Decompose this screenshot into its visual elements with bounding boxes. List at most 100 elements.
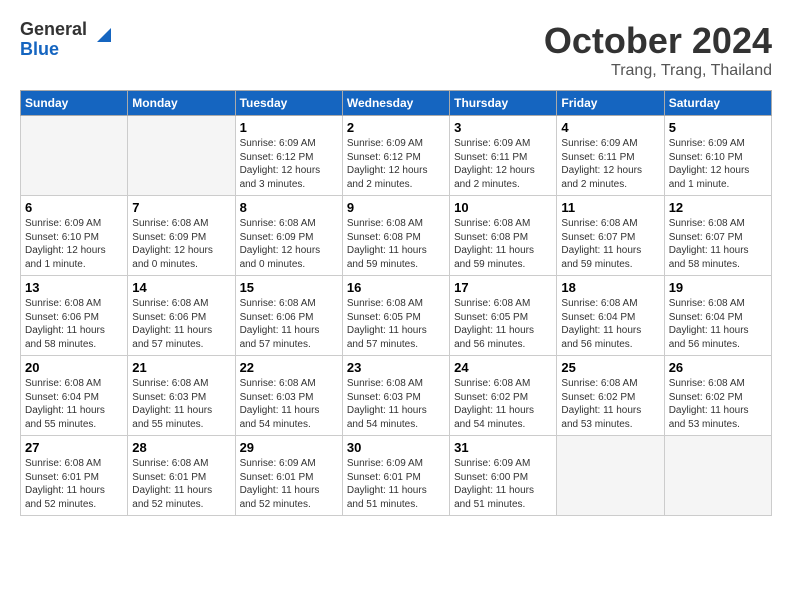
day-number: 4 [561,120,659,135]
day-number: 13 [25,280,123,295]
day-info: Sunrise: 6:09 AM Sunset: 6:01 PM Dayligh… [347,457,445,511]
day-info: Sunrise: 6:09 AM Sunset: 6:10 PM Dayligh… [25,217,123,271]
day-info: Sunrise: 6:09 AM Sunset: 6:10 PM Dayligh… [669,137,767,191]
day-info: Sunrise: 6:08 AM Sunset: 6:04 PM Dayligh… [561,297,659,351]
day-info: Sunrise: 6:08 AM Sunset: 6:01 PM Dayligh… [132,457,230,511]
calendar-cell: 21 Sunrise: 6:08 AM Sunset: 6:03 PM Dayli… [128,356,235,436]
day-info: Sunrise: 6:08 AM Sunset: 6:06 PM Dayligh… [132,297,230,351]
day-info: Sunrise: 6:09 AM Sunset: 6:01 PM Dayligh… [240,457,338,511]
day-number: 19 [669,280,767,295]
calendar-cell: 15Sunrise: 6:08 AM Sunset: 6:06 PM Dayli… [235,276,342,356]
weekday-header: Saturday [664,91,771,116]
day-number: 18 [561,280,659,295]
day-number: 16 [347,280,445,295]
day-number: 2 [347,120,445,135]
day-info: Sunrise: 6:08 AM Sunset: 6:03 PM Dayligh… [240,377,338,431]
calendar-cell: 13Sunrise: 6:08 AM Sunset: 6:06 PM Dayli… [21,276,128,356]
weekday-header-row: SundayMondayTuesdayWednesdayThursdayFrid… [21,91,772,116]
calendar-cell: 28Sunrise: 6:08 AM Sunset: 6:01 PM Dayli… [128,436,235,516]
day-number: 3 [454,120,552,135]
day-number: 11 [561,200,659,215]
day-number: 15 [240,280,338,295]
day-number: 31 [454,440,552,455]
day-info: Sunrise: 6:08 AM Sunset: 6:02 PM Dayligh… [454,377,552,431]
calendar-cell [664,436,771,516]
title-section: October 2024 Trang, Trang, Thailand [544,20,772,80]
day-number: 7 [132,200,230,215]
calendar-cell: 9Sunrise: 6:08 AM Sunset: 6:08 PM Daylig… [342,196,449,276]
calendar-week-row: 20 Sunrise: 6:08 AM Sunset: 6:04 PM Dayli… [21,356,772,436]
day-number: 8 [240,200,338,215]
day-info: Sunrise: 6:08 AM Sunset: 6:05 PM Dayligh… [454,297,552,351]
logo-icon [93,24,115,46]
calendar-cell: 27 Sunrise: 6:08 AM Sunset: 6:01 PM Dayli… [21,436,128,516]
day-number: 17 [454,280,552,295]
calendar-cell: 10Sunrise: 6:08 AM Sunset: 6:08 PM Dayli… [450,196,557,276]
calendar-week-row: 1 Sunrise: 6:09 AM Sunset: 6:12 PM Daylig… [21,116,772,196]
day-info: Sunrise: 6:08 AM Sunset: 6:09 PM Dayligh… [132,217,230,271]
day-info: Sunrise: 6:08 AM Sunset: 6:07 PM Dayligh… [669,217,767,271]
location: Trang, Trang, Thailand [544,62,772,80]
weekday-header: Wednesday [342,91,449,116]
calendar-cell: 1Sunrise: 6:09 AM Sunset: 6:12 PM Daylig… [235,116,342,196]
calendar-cell [21,116,128,196]
day-number: 27 [25,440,123,455]
day-number: 26 [669,360,767,375]
day-info: Sunrise: 6:08 AM Sunset: 6:02 PM Dayligh… [561,377,659,431]
day-info: Sunrise: 6:09 AM Sunset: 6:11 PM Dayligh… [454,137,552,191]
day-number: 23 [347,360,445,375]
day-info: Sunrise: 6:08 AM Sunset: 6:01 PM Dayligh… [25,457,123,511]
day-info: Sunrise: 6:08 AM Sunset: 6:03 PM Dayligh… [347,377,445,431]
calendar-cell: 17 Sunrise: 6:08 AM Sunset: 6:05 PM Dayli… [450,276,557,356]
calendar-cell: 23 Sunrise: 6:08 AM Sunset: 6:03 PM Dayli… [342,356,449,436]
day-number: 30 [347,440,445,455]
calendar-week-row: 13 Sunrise: 6:08 AM Sunset: 6:06 PM Dayli… [21,276,772,356]
calendar-week-row: 27 Sunrise: 6:08 AM Sunset: 6:01 PM Dayli… [21,436,772,516]
day-info: Sunrise: 6:08 AM Sunset: 6:04 PM Dayligh… [669,297,767,351]
day-number: 20 [25,360,123,375]
calendar-cell [557,436,664,516]
calendar-week-row: 6 Sunrise: 6:09 AM Sunset: 6:10 PM Daylig… [21,196,772,276]
day-number: 1 [240,120,338,135]
day-number: 22 [240,360,338,375]
calendar-cell: 8 Sunrise: 6:08 AM Sunset: 6:09 PM Daylig… [235,196,342,276]
day-info: Sunrise: 6:08 AM Sunset: 6:09 PM Dayligh… [240,217,338,271]
day-number: 29 [240,440,338,455]
logo-general: General [20,20,87,40]
calendar-cell: 20 Sunrise: 6:08 AM Sunset: 6:04 PM Dayli… [21,356,128,436]
calendar-cell [128,116,235,196]
weekday-header: Monday [128,91,235,116]
weekday-header: Thursday [450,91,557,116]
page-header: General Blue October 2024 Trang, Trang, … [20,20,772,80]
day-number: 10 [454,200,552,215]
day-info: Sunrise: 6:08 AM Sunset: 6:08 PM Dayligh… [347,217,445,271]
calendar-cell: 3 Sunrise: 6:09 AM Sunset: 6:11 PM Daylig… [450,116,557,196]
calendar-cell: 22 Sunrise: 6:08 AM Sunset: 6:03 PM Dayli… [235,356,342,436]
day-info: Sunrise: 6:09 AM Sunset: 6:11 PM Dayligh… [561,137,659,191]
day-number: 21 [132,360,230,375]
day-info: Sunrise: 6:08 AM Sunset: 6:02 PM Dayligh… [669,377,767,431]
weekday-header: Tuesday [235,91,342,116]
logo-text: General Blue [20,20,87,60]
calendar-cell: 29 Sunrise: 6:09 AM Sunset: 6:01 PM Dayli… [235,436,342,516]
day-info: Sunrise: 6:08 AM Sunset: 6:07 PM Dayligh… [561,217,659,271]
calendar-cell: 2 Sunrise: 6:09 AM Sunset: 6:12 PM Daylig… [342,116,449,196]
calendar-cell: 26 Sunrise: 6:08 AM Sunset: 6:02 PM Dayli… [664,356,771,436]
day-number: 25 [561,360,659,375]
day-info: Sunrise: 6:08 AM Sunset: 6:04 PM Dayligh… [25,377,123,431]
calendar-cell: 14Sunrise: 6:08 AM Sunset: 6:06 PM Dayli… [128,276,235,356]
calendar-cell: 19 Sunrise: 6:08 AM Sunset: 6:04 PM Dayli… [664,276,771,356]
day-info: Sunrise: 6:08 AM Sunset: 6:05 PM Dayligh… [347,297,445,351]
logo: General Blue [20,20,115,60]
weekday-header: Sunday [21,91,128,116]
day-number: 6 [25,200,123,215]
calendar-cell: 5 Sunrise: 6:09 AM Sunset: 6:10 PM Daylig… [664,116,771,196]
calendar-cell: 25 Sunrise: 6:08 AM Sunset: 6:02 PM Dayli… [557,356,664,436]
calendar-table: SundayMondayTuesdayWednesdayThursdayFrid… [20,90,772,516]
calendar-cell: 30 Sunrise: 6:09 AM Sunset: 6:01 PM Dayli… [342,436,449,516]
calendar-cell: 16 Sunrise: 6:08 AM Sunset: 6:05 PM Dayli… [342,276,449,356]
day-number: 5 [669,120,767,135]
day-info: Sunrise: 6:08 AM Sunset: 6:03 PM Dayligh… [132,377,230,431]
month-title: October 2024 [544,20,772,62]
day-info: Sunrise: 6:09 AM Sunset: 6:12 PM Dayligh… [347,137,445,191]
